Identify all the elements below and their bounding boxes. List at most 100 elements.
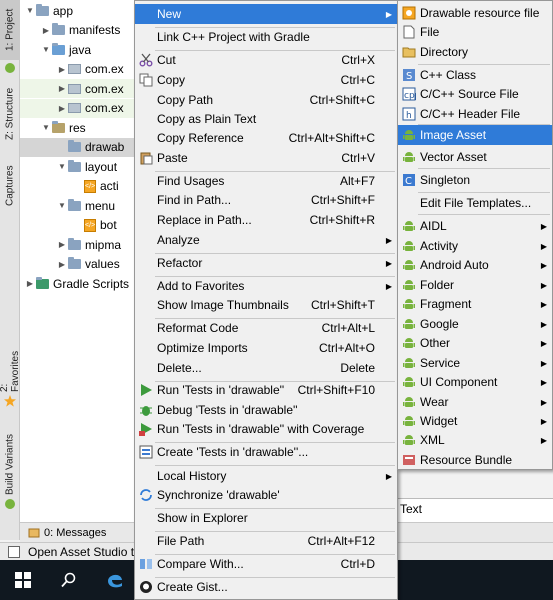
menu-item-copy-path[interactable]: Copy Path Ctrl+Shift+C	[135, 90, 397, 110]
expand-arrow-icon[interactable]: ▼	[56, 162, 68, 171]
menu-item-shortcut: Ctrl+Alt+L	[321, 321, 375, 335]
tree-row[interactable]: ▶ manifests	[20, 21, 134, 40]
expand-arrow-icon[interactable]: ▶	[56, 260, 68, 269]
tree-row-label: menu	[85, 198, 116, 213]
tree-row[interactable]: ▶ com.ex	[20, 79, 134, 98]
new-item-fragment[interactable]: Fragment ▶	[398, 294, 552, 314]
expand-arrow-icon[interactable]: ▶	[56, 240, 68, 249]
menu-item-add-to-favorites[interactable]: Add to Favorites ▶	[135, 276, 397, 296]
tree-row[interactable]: ▼ res	[20, 118, 134, 137]
menu-item-debug-tests-in-drawable[interactable]: Debug 'Tests in 'drawable''	[135, 400, 397, 420]
new-item-service[interactable]: Service ▶	[398, 353, 552, 373]
text-tab[interactable]: Text	[400, 502, 422, 516]
new-item-drawable-resource-file[interactable]: Drawable resource file	[398, 3, 552, 23]
status-toggle-icon[interactable]	[8, 545, 20, 558]
new-item-vector-asset[interactable]: Vector Asset	[398, 147, 552, 167]
structure-tab[interactable]: Z: Structure	[0, 78, 20, 150]
new-item-wear[interactable]: Wear ▶	[398, 392, 552, 412]
tree-row[interactable]: drawab	[20, 137, 134, 157]
menu-item-copy-reference[interactable]: Copy Reference Ctrl+Alt+Shift+C	[135, 128, 397, 148]
menu-item-optimize-imports[interactable]: Optimize Imports Ctrl+Alt+O	[135, 338, 397, 358]
menu-item-local-history[interactable]: Local History ▶	[135, 466, 397, 486]
expand-arrow-icon[interactable]: ▼	[40, 123, 52, 132]
messages-tab[interactable]: 0: Messages	[28, 527, 106, 539]
tree-row[interactable]: ▼ menu	[20, 196, 134, 215]
expand-arrow-icon[interactable]: ▶	[24, 279, 36, 288]
tree-row[interactable]: ▶ Gradle Scripts	[20, 274, 134, 293]
new-submenu: Drawable resource file File Directory S C++ …	[397, 0, 553, 470]
build-variants-tab[interactable]: Build Variants	[0, 434, 20, 496]
menu-item-replace-in-path[interactable]: Replace in Path... Ctrl+Shift+R	[135, 210, 397, 230]
new-item-aidl[interactable]: AIDL ▶	[398, 216, 552, 236]
menu-item-analyze[interactable]: Analyze ▶	[135, 230, 397, 250]
menu-item-create-gist[interactable]: Create Gist...	[135, 577, 397, 597]
menu-item-refactor[interactable]: Refactor ▶	[135, 253, 397, 273]
android-icon	[5, 63, 15, 73]
new-item-other[interactable]: Other ▶	[398, 333, 552, 353]
tree-row[interactable]: ▶ com.ex	[20, 60, 134, 79]
menu-item-create-tests-in-drawable[interactable]: Create 'Tests in 'drawable''...	[135, 442, 397, 462]
new-item-resource-bundle[interactable]: Resource Bundle	[398, 450, 552, 470]
tree-row[interactable]: ▼ app	[20, 1, 134, 20]
menu-item-file-path[interactable]: File Path Ctrl+Alt+F12	[135, 531, 397, 551]
new-item-folder[interactable]: Folder ▶	[398, 275, 552, 295]
drawable-file-icon	[402, 6, 416, 20]
menu-item-show-in-explorer[interactable]: Show in Explorer	[135, 508, 397, 528]
tree-row[interactable]: </> bot	[20, 216, 134, 235]
menu-item-run-tests-in-drawable[interactable]: Run 'Tests in 'drawable'' Ctrl+Shift+F10	[135, 380, 397, 400]
new-item-c-c-header-file[interactable]: h C/C++ Header File	[398, 104, 552, 124]
menu-item-delete[interactable]: Delete... Delete	[135, 358, 397, 378]
menu-item-copy[interactable]: Copy Ctrl+C	[135, 70, 397, 90]
menu-item-find-in-path[interactable]: Find in Path... Ctrl+Shift+F	[135, 190, 397, 210]
expand-arrow-icon[interactable]: ▼	[40, 45, 52, 54]
status-text: Open Asset Studio to	[28, 544, 141, 559]
new-item-ui-component[interactable]: UI Component ▶	[398, 372, 552, 392]
menu-item-reformat-code[interactable]: Reformat Code Ctrl+Alt+L	[135, 318, 397, 338]
expand-arrow-icon[interactable]: ▶	[56, 84, 68, 93]
expand-arrow-icon[interactable]: ▼	[56, 201, 68, 210]
expand-arrow-icon[interactable]: ▼	[24, 6, 36, 15]
menu-item-copy-as-plain-text[interactable]: Copy as Plain Text	[135, 109, 397, 129]
new-item-directory[interactable]: Directory	[398, 42, 552, 62]
new-item-singleton[interactable]: C Singleton	[398, 170, 552, 190]
project-tab[interactable]: 1: Project	[0, 0, 20, 60]
tree-row[interactable]: ▶ values	[20, 255, 134, 274]
folder-icon	[52, 120, 65, 133]
menu-item-shortcut: Ctrl+Shift+F10	[297, 383, 375, 397]
search-button[interactable]	[46, 560, 92, 600]
tree-row-label: Gradle Scripts	[53, 276, 130, 291]
expand-arrow-icon[interactable]: ▶	[56, 104, 68, 113]
menu-item-new[interactable]: New ▶	[135, 4, 397, 24]
new-item-xml[interactable]: XML ▶	[398, 430, 552, 450]
expand-arrow-icon[interactable]: ▶	[56, 65, 68, 74]
new-item-c-class[interactable]: S C++ Class	[398, 65, 552, 85]
captures-tab[interactable]: Captures	[0, 156, 20, 216]
menu-item-link-c-project-with-gradle[interactable]: Link C++ Project with Gradle	[135, 27, 397, 47]
new-item-activity[interactable]: Activity ▶	[398, 236, 552, 256]
new-item-google[interactable]: Google ▶	[398, 314, 552, 334]
tree-row[interactable]: ▶ com.ex	[20, 98, 134, 118]
menu-item-synchronize-drawable[interactable]: Synchronize 'drawable'	[135, 485, 397, 505]
new-item-c-c-source-file[interactable]: cpp C/C++ Source File	[398, 84, 552, 104]
menu-item-cut[interactable]: Cut Ctrl+X	[135, 50, 397, 70]
tree-row[interactable]: ▶ mipma	[20, 235, 134, 254]
tree-row[interactable]: </> acti	[20, 177, 134, 196]
edge-button[interactable]	[92, 560, 138, 600]
menu-item-paste[interactable]: Paste Ctrl+V	[135, 148, 397, 168]
menu-item-show-image-thumbnails[interactable]: Show Image Thumbnails Ctrl+Shift+T	[135, 295, 397, 315]
new-item-android-auto[interactable]: Android Auto ▶	[398, 255, 552, 275]
start-button[interactable]	[0, 560, 46, 600]
tree-row[interactable]: ▼ layout	[20, 157, 134, 176]
new-item-edit-file-templates[interactable]: Edit File Templates...	[398, 193, 552, 213]
menu-item-run-tests-in-drawable-with-coverage[interactable]: Run 'Tests in 'drawable'' with Coverage	[135, 419, 397, 439]
new-item-image-asset[interactable]: Image Asset	[398, 125, 552, 145]
menu-item-find-usages[interactable]: Find Usages Alt+F7	[135, 171, 397, 191]
favorites-tab[interactable]: 2: Favorites	[0, 340, 21, 392]
tree-row[interactable]: ▼ java	[20, 40, 134, 59]
folder-icon	[68, 198, 81, 211]
debug-icon	[139, 403, 153, 417]
menu-item-compare-with[interactable]: Compare With... Ctrl+D	[135, 554, 397, 574]
expand-arrow-icon[interactable]: ▶	[40, 26, 52, 35]
new-item-widget[interactable]: Widget ▶	[398, 411, 552, 431]
new-item-file[interactable]: File	[398, 22, 552, 42]
